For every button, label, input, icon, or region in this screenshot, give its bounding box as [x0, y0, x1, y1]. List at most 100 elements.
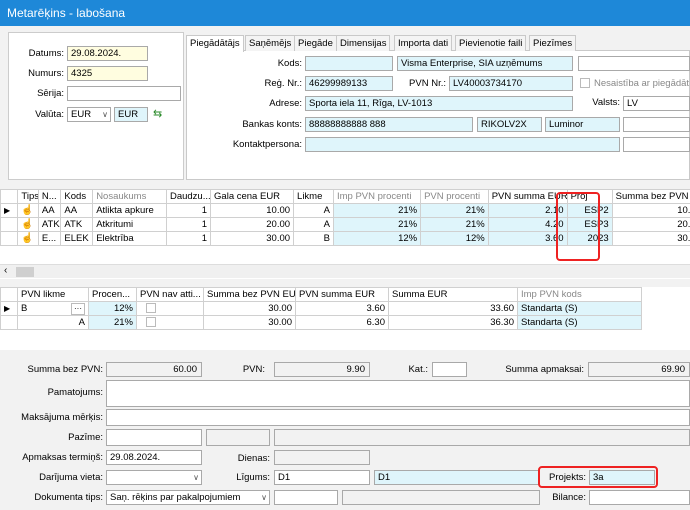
cell-rate: A [293, 217, 334, 232]
table-row[interactable]: ▶ B ··· 12% 30.00 3.60 33.60 Standarta (S) [0, 301, 642, 316]
currency-field[interactable]: EUR [114, 107, 148, 122]
hand-pointer-icon: ☝ [21, 205, 34, 216]
balance-field[interactable] [589, 490, 690, 505]
cell-code: AA [60, 203, 94, 218]
supplier-code-field[interactable] [305, 56, 393, 71]
tab-1[interactable]: Saņēmējs [245, 35, 296, 51]
items-col-header[interactable]: Likme [293, 189, 334, 204]
chevron-down-icon: ∨ [261, 493, 267, 502]
swift-field[interactable]: RIKOLV2X [477, 117, 542, 132]
row-indicator [0, 217, 19, 232]
series-field[interactable] [67, 86, 181, 101]
bank-extra-field[interactable] [623, 117, 690, 132]
items-col-header[interactable]: Imp PVN procenti [332, 189, 422, 204]
cell-n: AA [37, 203, 62, 218]
due-field[interactable]: 29.08.2024. [106, 450, 202, 465]
cell-code: Standarta (S) [517, 301, 642, 316]
supplier-extra-field[interactable] [578, 56, 690, 71]
bank-account-field[interactable]: 88888888888 888 [305, 117, 473, 132]
items-col-header[interactable]: PVN procenti [420, 189, 489, 204]
cell-net: 20.00 [611, 217, 690, 232]
tab-6[interactable]: Piezīmes [529, 35, 577, 51]
vat-col-header[interactable]: Summa bez PVN EUR [203, 287, 296, 302]
type-cell: ☝ [17, 203, 39, 218]
currency-select[interactable]: EUR ∨ [67, 107, 111, 122]
tab-3[interactable]: Dimensijas [336, 35, 391, 51]
reg-field[interactable]: 46299989133 [305, 76, 393, 91]
cell-imp-vat: 21% [332, 203, 422, 218]
basis-label: Pamatojums: [47, 387, 103, 398]
checkbox[interactable] [146, 317, 156, 328]
vat-total-label: PVN: [242, 364, 265, 375]
cat-field[interactable] [432, 362, 467, 377]
cat-label: Kat.: [408, 364, 428, 375]
vat-col-header[interactable]: PVN summa EUR [295, 287, 389, 302]
number-label: Numurs: [28, 68, 64, 79]
note-wide-field [274, 429, 690, 446]
cell-imp-vat: 12% [332, 231, 422, 246]
contract-field[interactable]: D1 [274, 470, 370, 485]
vat-col-header[interactable]: Procen... [88, 287, 137, 302]
vat-col-header[interactable]: PVN nav atti... [136, 287, 204, 302]
note-field[interactable] [106, 429, 202, 446]
date-label: Datums: [28, 48, 64, 59]
country-field[interactable]: LV [623, 96, 690, 111]
place-label: Darījuma vieta: [39, 472, 103, 483]
vat-col-header[interactable]: Summa EUR [388, 287, 518, 302]
items-col-header[interactable]: Kods [60, 189, 94, 204]
doctype-gray-field [342, 490, 540, 505]
purpose-field[interactable] [106, 409, 690, 426]
checkbox[interactable] [146, 303, 156, 314]
items-col-header[interactable]: Gala cena EUR [210, 189, 295, 204]
tab-4[interactable]: Importa dati [394, 35, 453, 51]
cell-name: Atkritumi [92, 217, 167, 232]
nesaistiba-label: Nesaistība ar piegādāt [594, 78, 690, 89]
table-row[interactable]: A 21% 30.00 6.30 36.30 Standarta (S) [0, 315, 642, 330]
ellipsis-button[interactable]: ··· [71, 303, 85, 315]
date-field[interactable]: 29.08.2024. [67, 46, 148, 61]
doctype-extra-field[interactable] [274, 490, 338, 505]
vat-col-header[interactable]: Imp PVN kods [517, 287, 642, 302]
contact-extra-field[interactable] [623, 137, 690, 152]
items-col-header[interactable]: Tips [17, 189, 39, 204]
hand-pointer-icon: ☝ [21, 233, 34, 244]
row-indicator-header [0, 189, 19, 204]
contact-field[interactable] [305, 137, 620, 152]
cell-rate: A [17, 315, 89, 330]
currency-label: Valūta: [35, 109, 64, 120]
items-scrollbar[interactable]: ‹ [0, 264, 690, 278]
doctype-select[interactable]: Saņ. rēķins par pakalpojumiem ∨ [106, 490, 270, 505]
cell-pct: 21% [88, 315, 137, 330]
contract-name-field[interactable]: D1 [374, 470, 540, 485]
tab-0[interactable]: Piegādātājs [186, 35, 244, 52]
due-label: Apmaksas termiņš: [22, 452, 103, 463]
supplier-name-field[interactable]: Visma Enterprise, SIA uzņēmums [397, 56, 573, 71]
code-label: Kods: [277, 58, 302, 69]
days-label: Dienas: [237, 453, 270, 464]
cell-code: ELEK [60, 231, 94, 246]
tab-2[interactable]: Piegāde [294, 35, 337, 51]
items-col-header[interactable]: Nosaukums [92, 189, 167, 204]
bank-name-field[interactable]: Luminor [545, 117, 620, 132]
items-col-header[interactable]: N... [37, 189, 62, 204]
place-select[interactable]: ∨ [106, 470, 202, 485]
scroll-thumb[interactable] [16, 267, 34, 277]
scroll-left-icon[interactable]: ‹ [4, 265, 7, 276]
items-col-header[interactable]: Summa bez PVN EUR [611, 189, 690, 204]
tab-5[interactable]: Pievienotie faili [455, 35, 527, 51]
contract-label: Līgums: [236, 472, 270, 483]
cell-price: 30.00 [210, 231, 295, 246]
nesaistiba-checkbox[interactable] [580, 78, 590, 88]
total-field: 69.90 [588, 362, 690, 377]
number-field[interactable]: 4325 [67, 66, 148, 81]
items-col-header[interactable]: Daudzu... [165, 189, 212, 204]
vat-col-header[interactable]: PVN likme [17, 287, 89, 302]
vat-total-field: 9.90 [274, 362, 370, 377]
basis-field[interactable] [106, 380, 690, 407]
cell-qty: 1 [165, 231, 212, 246]
vat-field[interactable]: LV40003734170 [449, 76, 573, 91]
exchange-icon[interactable]: ⇆ [153, 107, 162, 120]
cell-sum: 33.60 [388, 301, 518, 316]
days-field [274, 450, 370, 465]
address-field[interactable]: Sporta iela 11, Rīga, LV-1013 [305, 96, 573, 111]
